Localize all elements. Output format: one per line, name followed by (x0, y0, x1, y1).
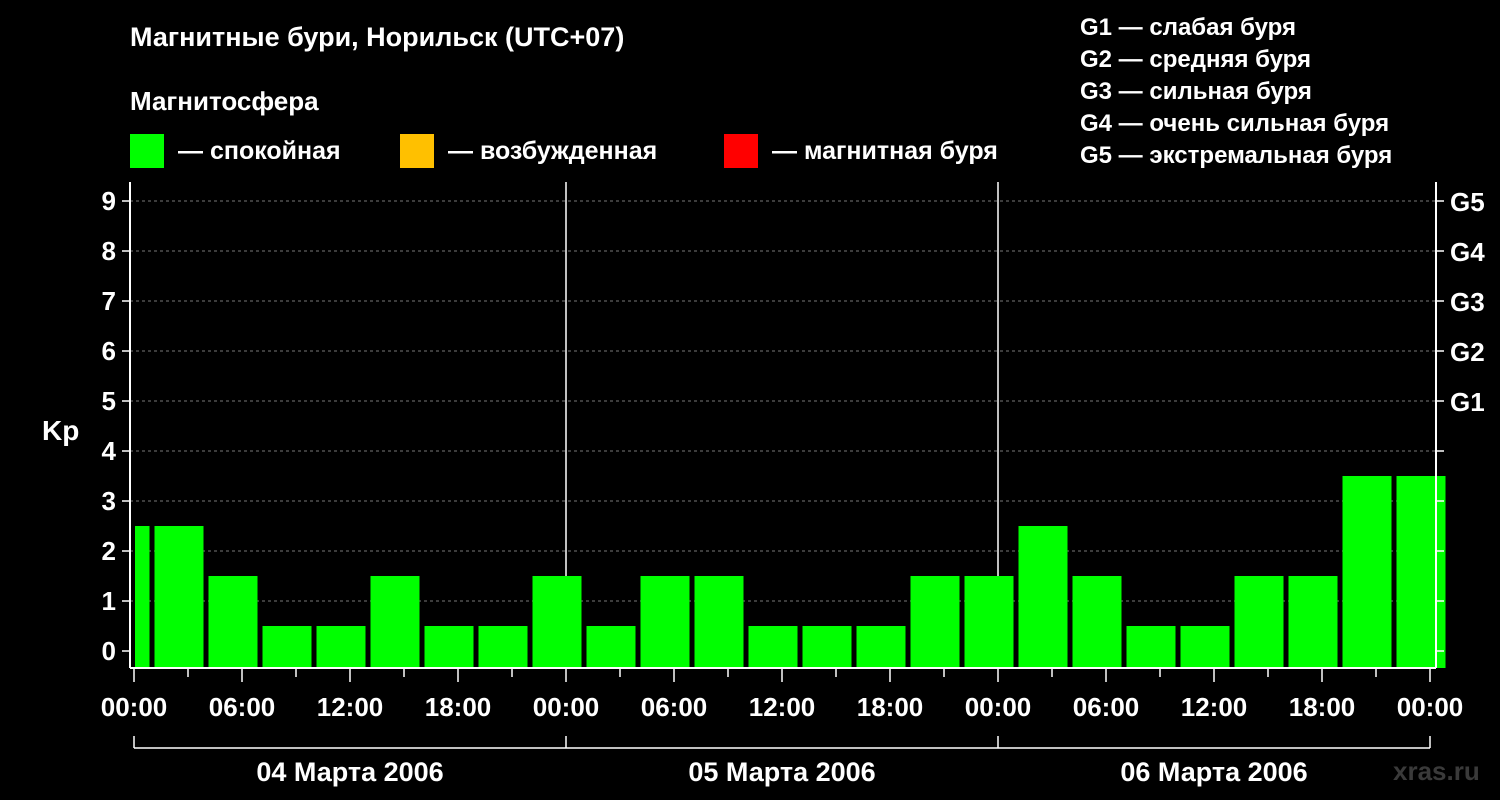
kp-bar (1126, 626, 1176, 668)
kp-bar (1288, 576, 1338, 668)
kp-bar (640, 576, 690, 668)
x-tick-label: 18:00 (857, 692, 924, 722)
y-tick-label: 5 (102, 386, 116, 416)
x-tick-label: 18:00 (1289, 692, 1356, 722)
x-tick-label: 12:00 (317, 692, 384, 722)
x-tick-label: 00:00 (965, 692, 1032, 722)
x-tick-label: 18:00 (425, 692, 492, 722)
g-level-label: G3 (1450, 287, 1485, 317)
g-level-label: G1 (1450, 387, 1485, 417)
g-level-label: G5 (1450, 187, 1485, 217)
watermark: xras.ru (1393, 756, 1480, 786)
kp-bar (1180, 626, 1230, 668)
kp-bar (1018, 526, 1068, 668)
g-level-label: G2 (1450, 337, 1485, 367)
kp-bar (802, 626, 852, 668)
y-tick-label: 9 (102, 186, 116, 216)
kp-bar (1072, 576, 1122, 668)
kp-bar (748, 626, 798, 668)
kp-bar (208, 576, 258, 668)
kp-bar (1342, 476, 1392, 668)
y-tick-label: 8 (102, 236, 116, 266)
kp-bar (154, 526, 204, 668)
kp-bar (135, 526, 150, 668)
kp-bar (694, 576, 744, 668)
y-tick-label: 3 (102, 486, 116, 516)
x-tick-label: 06:00 (641, 692, 708, 722)
kp-bar (262, 626, 312, 668)
x-tick-label: 12:00 (749, 692, 816, 722)
day-label: 06 Марта 2006 (1120, 757, 1307, 787)
day-label: 05 Марта 2006 (688, 757, 875, 787)
kp-bar (316, 626, 366, 668)
kp-bar (370, 576, 420, 668)
kp-bar (910, 576, 960, 668)
kp-bar (1234, 576, 1284, 668)
y-tick-label: 6 (102, 336, 116, 366)
kp-bar (964, 576, 1014, 668)
x-tick-label: 12:00 (1181, 692, 1248, 722)
kp-bar (478, 626, 528, 668)
y-tick-label: 1 (102, 586, 116, 616)
kp-chart: 0 1 2 3 4 5 6 7 8 9 G1 G2 G3 G4 G5 00:00 06:00 12:00 18:00… (42, 182, 1485, 787)
y-tick-label: 7 (102, 286, 116, 316)
y-tick-label: 4 (102, 436, 117, 466)
x-tick-label: 06:00 (1073, 692, 1140, 722)
kp-bar (424, 626, 474, 668)
y-tick-label: 2 (102, 536, 116, 566)
kp-bar (586, 626, 636, 668)
y-tick-label: 0 (102, 636, 116, 666)
x-tick-label: 00:00 (533, 692, 600, 722)
kp-bar (1396, 476, 1446, 668)
kp-bar (532, 576, 582, 668)
x-tick-label: 00:00 (1397, 692, 1464, 722)
x-tick-label: 00:00 (101, 692, 168, 722)
g-level-label: G4 (1450, 237, 1485, 267)
y-axis-label: Kp (42, 415, 79, 446)
x-tick-label: 06:00 (209, 692, 276, 722)
day-label: 04 Марта 2006 (256, 757, 443, 787)
kp-bar (856, 626, 906, 668)
